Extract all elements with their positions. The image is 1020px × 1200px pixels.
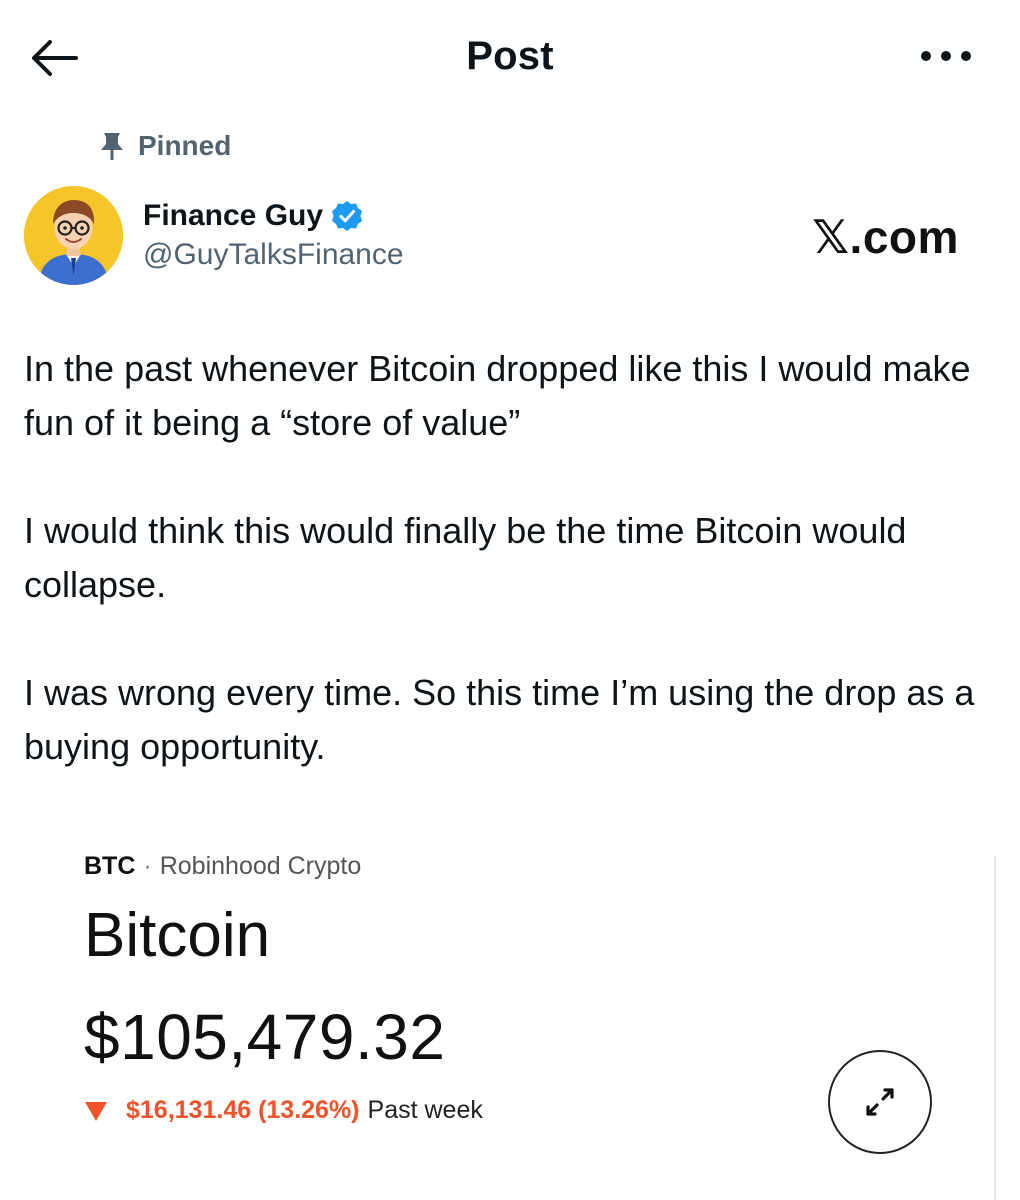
post-paragraph: I was wrong every time. So this time I’m… bbox=[24, 672, 975, 767]
price-change-row: $16,131.46 (13.26%) Past week bbox=[84, 1096, 483, 1125]
price-change-period: Past week bbox=[367, 1096, 483, 1124]
card-divider bbox=[994, 856, 996, 1200]
post-paragraph: In the past whenever Bitcoin dropped lik… bbox=[24, 348, 971, 443]
top-bar: Post bbox=[0, 0, 1020, 110]
price-change-value: $16,131.46 (13.26%) bbox=[126, 1096, 360, 1124]
pinned-indicator: Pinned bbox=[100, 128, 231, 164]
more-horizontal-icon bbox=[921, 51, 971, 61]
ticker-row: BTC · Robinhood Crypto bbox=[84, 852, 361, 881]
pin-icon bbox=[101, 133, 123, 160]
post-text: In the past whenever Bitcoin dropped lik… bbox=[24, 342, 1004, 828]
pinned-label: Pinned bbox=[138, 130, 232, 161]
expand-button[interactable] bbox=[828, 1050, 932, 1154]
ticker-symbol: BTC bbox=[84, 852, 136, 880]
author-handle[interactable]: @GuyTalksFinance bbox=[143, 238, 404, 272]
expand-arrows-icon bbox=[866, 1088, 894, 1116]
author-name[interactable]: Finance Guy bbox=[143, 199, 323, 233]
author-name-row: Finance Guy bbox=[143, 196, 363, 236]
avatar[interactable] bbox=[24, 186, 123, 285]
down-triangle-icon bbox=[85, 1101, 107, 1121]
page-title: Post bbox=[466, 34, 554, 78]
watermark: 𝕏.com bbox=[812, 211, 959, 263]
asset-price: $105,479.32 bbox=[84, 1001, 446, 1073]
data-source: Robinhood Crypto bbox=[159, 852, 362, 880]
more-options-button[interactable] bbox=[918, 44, 974, 68]
embedded-price-card[interactable]: BTC · Robinhood Crypto Bitcoin $105,479.… bbox=[0, 830, 1020, 1200]
separator: · bbox=[143, 852, 152, 880]
post-paragraph: I would think this would finally be the … bbox=[24, 510, 907, 605]
asset-name: Bitcoin bbox=[84, 901, 271, 970]
verified-badge-icon bbox=[332, 201, 363, 231]
avatar-illustration bbox=[24, 186, 123, 285]
